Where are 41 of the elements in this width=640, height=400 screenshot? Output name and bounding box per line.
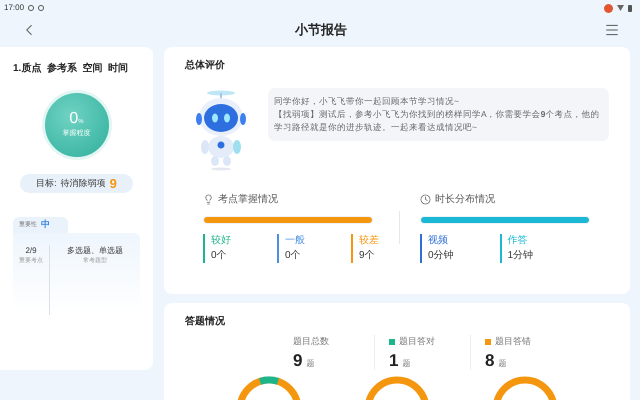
message-text: 同学你好，小飞飞带你一起回顾本节学习情况~ [274,95,460,108]
legend-label: 作答 [508,234,529,248]
stat-label: 题目总数 [293,335,329,348]
section-title: 1.质点 参考系 空间 时间 [13,62,130,76]
card-title: 总体评价 [185,58,226,73]
stat-unit: 题 [498,358,506,370]
lightbulb-icon [203,194,214,205]
wifi-icon [617,5,624,11]
card-title: 答题情况 [185,314,226,329]
message-text: 【找弱项】测试后，参考小飞飞为你找到的榜样同学A，你需要学会9个考点，他的学习路径就是你的进步轨迹。一起来看达成情况吧~ [274,108,600,134]
clock-icon [420,194,431,205]
stat-value: 8 [485,352,494,370]
legend-label: 较差 [359,234,379,248]
legend-value: 9个 [359,249,376,263]
stat-value: 1 [389,352,398,370]
menu-icon [604,22,620,38]
section-subtitle: 时长分布情况 [435,192,495,207]
stat-value: 多选题、单选题 [67,245,123,257]
battery-icon [628,4,632,12]
stat-label: 题目答错 [495,335,531,348]
legend-label: 视频 [428,234,449,248]
stat-unit: 题 [306,358,314,370]
section-subtitle: 考点掌握情况 [218,192,278,207]
status-time: 17:00 [4,2,24,14]
stat-value: 9 [293,352,302,370]
page-title: 小节报告 [295,21,347,40]
stat-label: 题目答对 [399,335,435,348]
notification-icon [604,4,613,12]
mastery-value: 0 [69,110,78,127]
legend-value: 1分钟 [508,249,534,263]
goal-count: 9 [110,177,117,190]
legend-value: 0个 [285,249,302,263]
legend-value: 0分钟 [428,249,454,263]
goal-text: 待消除弱项 [60,176,106,190]
importance-value: 中 [41,218,50,232]
legend-value: 0个 [211,249,228,263]
goal-label: 目标: [36,176,57,190]
stat-unit: 题 [402,358,410,370]
stat-value: 2/9 [25,245,37,257]
legend-label: 一般 [285,234,305,248]
legend-label: 较好 [211,234,231,248]
